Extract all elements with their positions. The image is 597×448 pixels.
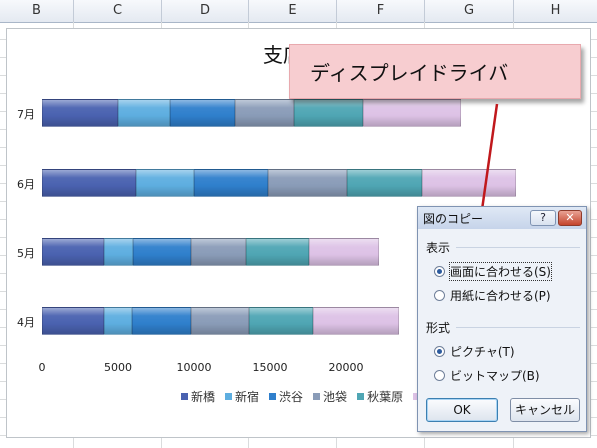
bar-segment[interactable] (248, 307, 313, 335)
column-header-h[interactable]: H (514, 0, 597, 22)
column-header-g[interactable]: G (425, 0, 514, 22)
radio-bitmap[interactable] (434, 370, 445, 381)
legend-item[interactable]: 渋谷 (269, 388, 303, 405)
copy-picture-dialog: 図のコピー ? ✕ 表示 画面に合わせる(S) 用紙に合わせる(P) 形式 ピク… (417, 206, 587, 432)
legend-label: 秋葉原 (367, 390, 404, 404)
x-tick-label: 10000 (176, 361, 212, 374)
bar-segment[interactable] (421, 169, 517, 197)
legend-label: 渋谷 (279, 390, 304, 404)
bar-segment[interactable] (190, 238, 246, 266)
bar-segment[interactable] (193, 169, 269, 197)
bar-segment[interactable] (118, 99, 170, 127)
legend-swatch (181, 393, 188, 400)
option-picture[interactable]: ピクチャ(T) (434, 343, 515, 360)
stacked-bar[interactable] (42, 307, 400, 335)
column-header-d[interactable]: D (162, 0, 249, 22)
x-tick-label: 20000 (328, 361, 364, 374)
bar-segment[interactable] (104, 238, 134, 266)
x-tick-label: 15000 (252, 361, 288, 374)
category-label: 5月 (17, 247, 35, 260)
column-header-c[interactable]: C (74, 0, 162, 22)
section-divider (456, 247, 580, 248)
category-label: 6月 (17, 178, 35, 191)
option-bitmap[interactable]: ビットマップ(B) (434, 367, 540, 384)
legend-swatch (269, 393, 277, 400)
legend-item[interactable]: 新宿 (225, 388, 259, 405)
bar-segment[interactable] (362, 99, 462, 127)
bar-segment[interactable] (169, 99, 236, 127)
callout-text: ディスプレイドライバ (310, 61, 509, 85)
bar-segment[interactable] (347, 169, 422, 197)
bar-segment[interactable] (190, 307, 249, 335)
close-button[interactable]: ✕ (558, 210, 582, 226)
option-picture-label[interactable]: ピクチャ(T) (450, 343, 515, 360)
bar-segment[interactable] (42, 169, 137, 197)
bar-segment[interactable] (294, 99, 363, 127)
legend-item[interactable]: 秋葉原 (357, 388, 403, 405)
ok-button[interactable]: OK (426, 398, 498, 422)
chart-legend[interactable]: 新橋新宿渋谷池袋秋葉原上野 (181, 388, 447, 405)
dialog-titlebar[interactable]: 図のコピー ? ✕ (418, 207, 586, 229)
category-label: 7月 (17, 108, 35, 121)
bar-segment[interactable] (133, 238, 191, 266)
radio-fit-paper[interactable] (434, 290, 445, 301)
bar-segment[interactable] (312, 307, 400, 335)
legend-label: 新宿 (235, 390, 260, 404)
x-tick-label: 0 (38, 361, 46, 374)
section-display-label: 表示 (426, 241, 451, 255)
bar-segment[interactable] (104, 307, 132, 335)
bar-segment[interactable] (245, 238, 310, 266)
option-bitmap-label[interactable]: ビットマップ(B) (450, 367, 540, 384)
section-format-label: 形式 (426, 321, 451, 335)
cancel-button[interactable]: キャンセル (510, 398, 580, 422)
column-header-row: B C D E F G H (0, 0, 597, 23)
callout-box: ディスプレイドライバ (289, 44, 581, 99)
stacked-bar[interactable] (42, 169, 517, 197)
option-fit-screen-label[interactable]: 画面に合わせる(S) (449, 262, 552, 281)
bar-segment[interactable] (309, 238, 380, 266)
radio-picture[interactable] (434, 346, 445, 357)
legend-label: 池袋 (323, 390, 348, 404)
stacked-bar[interactable] (42, 99, 462, 127)
category-label: 4月 (17, 316, 35, 329)
bar-segment[interactable] (268, 169, 348, 197)
legend-swatch (225, 393, 233, 400)
option-fit-paper[interactable]: 用紙に合わせる(P) (434, 287, 551, 304)
column-header-f[interactable]: F (337, 0, 425, 22)
help-button[interactable]: ? (530, 210, 556, 226)
bar-segment[interactable] (136, 169, 194, 197)
bar-segment[interactable] (235, 99, 295, 127)
column-header-b[interactable]: B (0, 0, 74, 22)
x-tick-label: 5000 (104, 361, 132, 374)
section-divider (456, 327, 580, 328)
legend-item[interactable]: 新橋 (181, 388, 215, 405)
radio-fit-screen[interactable] (434, 266, 445, 277)
legend-swatch (357, 393, 365, 400)
dialog-title: 図のコピー (423, 212, 484, 226)
legend-swatch (313, 393, 321, 400)
legend-item[interactable]: 池袋 (313, 388, 347, 405)
bar-segment[interactable] (131, 307, 191, 335)
option-fit-paper-label[interactable]: 用紙に合わせる(P) (450, 287, 551, 304)
column-header-e[interactable]: E (249, 0, 337, 22)
option-fit-screen[interactable]: 画面に合わせる(S) (434, 262, 552, 281)
legend-label: 新橋 (191, 390, 216, 404)
bar-segment[interactable] (42, 238, 105, 266)
bar-segment[interactable] (42, 307, 105, 335)
stacked-bar[interactable] (42, 238, 380, 266)
bar-segment[interactable] (42, 99, 118, 127)
